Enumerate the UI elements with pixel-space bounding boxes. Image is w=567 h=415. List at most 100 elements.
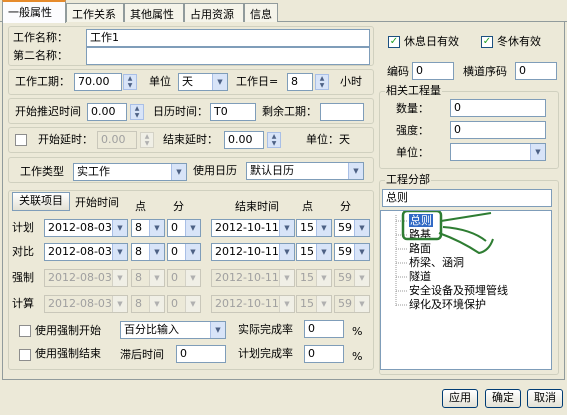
holiday-label: 休息日有效: [404, 35, 459, 48]
start-lag-spinner[interactable]: ▲ ▼: [140, 132, 154, 148]
start-date-value: 2012-08-03: [48, 297, 112, 310]
tab-general[interactable]: 一般属性: [2, 0, 66, 23]
division-tree[interactable]: 总则 路基 路面 桥梁、涵洞 隧道 安全设备及预埋管线 绿化及环境保护: [380, 210, 552, 370]
end-minute-select[interactable]: 59 ▼: [334, 269, 370, 287]
start-hour-select[interactable]: 8 ▼: [131, 243, 165, 261]
workday-input[interactable]: 8: [287, 73, 313, 91]
tree-item[interactable]: 路基: [409, 228, 431, 241]
end-minute-select[interactable]: 59 ▼: [334, 243, 370, 261]
qunit-select[interactable]: ▼: [450, 143, 546, 161]
percent-input-select[interactable]: 百分比输入 ▼: [120, 321, 226, 339]
start-delay-input[interactable]: 0.00: [87, 103, 127, 121]
quantity-label: 数量：: [396, 102, 429, 115]
end-lag-input[interactable]: 0.00: [224, 131, 264, 149]
use-calendar-label: 使用日历: [193, 164, 237, 177]
crossing-input[interactable]: 0: [515, 62, 557, 80]
chevron-down-icon: ▼: [530, 144, 545, 160]
chevron-down-icon: ▼: [316, 220, 331, 236]
quantity-input[interactable]: 0: [450, 99, 546, 117]
chevron-down-icon: ▼: [149, 244, 164, 260]
chevron-down-icon: ▼: [212, 74, 227, 90]
start-minute-select[interactable]: 0 ▼: [167, 243, 201, 261]
start-date-select[interactable]: 2012-08-03 ▼: [44, 269, 128, 287]
force-end-checkbox[interactable]: [19, 349, 31, 361]
end-lag-spinner[interactable]: ▲ ▼: [267, 132, 281, 148]
end-date-select[interactable]: 2012-10-11 ▼: [211, 219, 295, 237]
start-date-select[interactable]: 2012-08-03 ▼: [44, 243, 128, 261]
tab-other[interactable]: 其他属性: [124, 3, 184, 22]
end-hour-select[interactable]: 15 ▼: [296, 269, 332, 287]
start-hour-select[interactable]: 8 ▼: [131, 219, 165, 237]
code-label: 编码: [387, 65, 409, 78]
end-date-select[interactable]: 2012-10-11 ▼: [211, 243, 295, 261]
start-hour-select[interactable]: 8 ▼: [131, 295, 165, 313]
start-date-select[interactable]: 2012-08-03 ▼: [44, 219, 128, 237]
division-input[interactable]: 总则: [382, 189, 552, 207]
end-minute-header: 分: [340, 200, 351, 213]
end-hour-select[interactable]: 15 ▼: [296, 219, 332, 237]
tree-item[interactable]: 路面: [409, 242, 431, 255]
remaining-input[interactable]: [320, 103, 364, 121]
second-name-input[interactable]: [86, 47, 370, 65]
start-lag-input[interactable]: 0.00: [97, 131, 137, 149]
end-date-value: 2012-10-11: [215, 297, 279, 310]
start-minute-select[interactable]: 0 ▼: [167, 269, 201, 287]
end-hour-select[interactable]: 15 ▼: [296, 243, 332, 261]
duration-spinner[interactable]: ▲ ▼: [123, 74, 137, 90]
lag-checkbox[interactable]: [15, 134, 27, 146]
start-hour-value: 8: [135, 221, 142, 234]
calendar-time-input[interactable]: T0: [210, 103, 256, 121]
end-minute-select[interactable]: 59 ▼: [334, 295, 370, 313]
ok-button[interactable]: 确定: [485, 389, 521, 408]
planned-rate-input[interactable]: 0: [304, 345, 344, 363]
tree-item-selected[interactable]: 总则: [409, 214, 433, 227]
chevron-down-icon: ▼: [149, 270, 164, 286]
end-hour-value: 15: [300, 271, 314, 284]
unit-select[interactable]: 天 ▼: [178, 73, 228, 91]
start-minute-select[interactable]: 0 ▼: [167, 295, 201, 313]
tree-item[interactable]: 隧道: [409, 270, 431, 283]
start-date-select[interactable]: 2012-08-03 ▼: [44, 295, 128, 313]
tab-resources[interactable]: 占用资源: [184, 3, 244, 22]
work-name-input[interactable]: 工作1: [86, 29, 370, 47]
end-minute-value: 59: [338, 221, 352, 234]
tree-item[interactable]: 绿化及环境保护: [409, 298, 486, 311]
chevron-down-icon: ▼: [348, 163, 363, 179]
intensity-input[interactable]: 0: [450, 121, 546, 139]
apply-button[interactable]: 应用: [442, 389, 478, 408]
tab-relations[interactable]: 工作关系: [66, 3, 124, 22]
force-start-checkbox[interactable]: [19, 325, 31, 337]
start-hour-select[interactable]: 8 ▼: [131, 269, 165, 287]
lag-time-input[interactable]: 0: [176, 345, 226, 363]
actual-rate-input[interactable]: 0: [304, 320, 344, 338]
holiday-checkbox[interactable]: ✓: [388, 36, 400, 48]
start-delay-spinner[interactable]: ▲ ▼: [130, 104, 144, 120]
end-time-header: 结束时间: [235, 200, 279, 213]
work-type-select[interactable]: 实工作 ▼: [73, 163, 187, 181]
start-date-value: 2012-08-03: [48, 245, 112, 258]
tree-item[interactable]: 安全设备及预埋管线: [409, 284, 508, 297]
workday-spinner[interactable]: ▲ ▼: [315, 74, 329, 90]
calendar-select[interactable]: 默认日历 ▼: [246, 162, 364, 180]
chevron-down-icon: ▼: [210, 322, 225, 338]
end-date-select[interactable]: 2012-10-11 ▼: [211, 295, 295, 313]
chevron-down-icon: ▼: [354, 244, 369, 260]
work-type-value: 实工作: [77, 165, 110, 178]
time-row-label: 对比: [12, 245, 34, 258]
cancel-button[interactable]: 取消: [527, 389, 563, 408]
start-minute-value: 0: [171, 297, 178, 310]
duration-input[interactable]: 70.00: [74, 73, 122, 91]
start-minute-select[interactable]: 0 ▼: [167, 219, 201, 237]
code-input[interactable]: 0: [412, 62, 454, 80]
end-hour-select[interactable]: 15 ▼: [296, 295, 332, 313]
tree-item[interactable]: 桥梁、涵洞: [409, 256, 464, 269]
winter-checkbox[interactable]: ✓: [481, 36, 493, 48]
chevron-down-icon: ▼: [185, 270, 200, 286]
end-minute-select[interactable]: 59 ▼: [334, 219, 370, 237]
end-date-select[interactable]: 2012-10-11 ▼: [211, 269, 295, 287]
related-project-button[interactable]: 关联项目: [12, 192, 70, 211]
unit-day-text: 单位：天: [306, 133, 350, 146]
force-start-label: 使用强制开始: [35, 324, 101, 337]
tab-info[interactable]: 信息: [244, 3, 278, 22]
workday-label: 工作日=: [236, 75, 279, 88]
